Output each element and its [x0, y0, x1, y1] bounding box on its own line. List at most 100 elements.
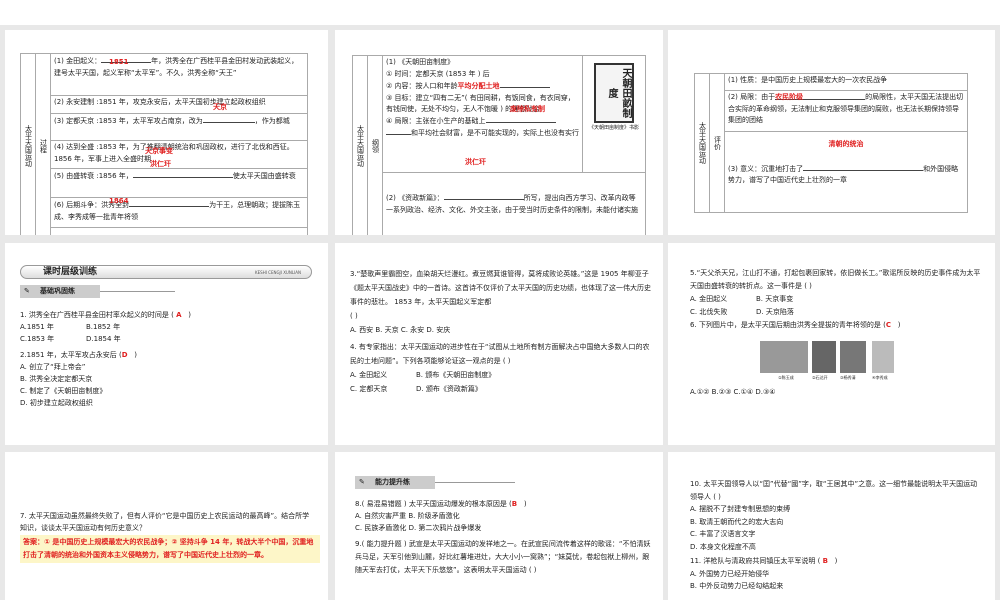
option-b[interactable]: B. 洪秀全决定定都天京: [20, 373, 316, 385]
question-1: 1. 洪秀全在广西桂平县金田村率众起义的时间是 ( A ) A.1851 年 B.…: [20, 311, 191, 345]
portrait-li-xiucheng: [872, 341, 894, 373]
cell-new-chapter: (2) 《资政新篇》： 所写，提出向西方学习、改革内政等一系列政治、经济、文化、外…: [382, 172, 646, 235]
slide-5[interactable]: 3.“楚歌声里霸图空，血染胡天烂漫红。煮豆燃萁谁管得，莫将成败论英雄。”这是 1…: [335, 243, 663, 445]
option-d[interactable]: D.1854 年: [86, 335, 121, 343]
option-c[interactable]: C.1853 年: [20, 333, 86, 345]
slide-7[interactable]: 7. 太平天国运动虽然最终失败了，但有人评价“它是中国历史上农民运动的最高峰”。…: [5, 452, 328, 600]
question-4: 4. 有专家指出：太平天国运动的进步性在于“试图从土地所有制方面解决占中国绝大多…: [350, 340, 651, 396]
section-basic: ✎ 基础巩固练: [20, 285, 100, 298]
answer-q8: B: [511, 500, 518, 508]
options-q6[interactable]: A.①② B.②③ C.①④ D.③④: [690, 386, 983, 398]
program-table: 太平天国运动 纲领 (1) 《天朝田亩制度》 ① 时间：定都天京 (1853 年 …: [352, 55, 646, 235]
slide-6[interactable]: 5.“天父杀天兄，江山打不通，打起包裹回家转，依旧做长工。”歌谣所反映的历史事件…: [668, 243, 995, 445]
answer-q1: A: [176, 311, 182, 319]
banner-pinyin: KESHI CENGJI XUNLIAN: [255, 270, 301, 275]
cell-nature: (1) 性质：是中国历史上规模最宏大的一次农民战争: [724, 73, 968, 91]
portrait-chen-yucheng: [760, 341, 808, 373]
answer-q6: C: [885, 321, 891, 329]
answer-tianjing: 天京: [213, 103, 227, 111]
section-advanced: ✎ 能力提升练: [355, 476, 435, 489]
option-c[interactable]: C. 丰富了汉语言文字: [690, 528, 983, 541]
option-b[interactable]: B.1852 年: [86, 323, 120, 331]
evaluation-table: 太平天国运动 评价 (1) 性质：是中国历史上规模最宏大的一次农民战争 (2) 局…: [694, 73, 968, 213]
slide-9[interactable]: 10. 太平天国领导人以“囯”代替“國”字，取“王居其中”之意。这一细节最能说明…: [668, 452, 995, 600]
section-line: [100, 291, 175, 292]
cell-jintian: (1) 金田起义： 年，洪秀全在广西桂平县金田村发动武装起义，建号太平天国，起义军…: [50, 53, 308, 96]
cell-land-system: (1) 《天朝田亩制度》 ① 时间：定都天京 (1853 年 ) 后 ② 内容：…: [382, 55, 583, 173]
option-a[interactable]: A. 创立了“拜上帝会”: [20, 361, 316, 373]
question-2: 2.1851 年，太平军攻占永安后 (D ) A. 创立了“拜上帝会” B. 洪…: [20, 349, 316, 409]
row-subheader: 评价: [709, 73, 725, 213]
answer-tianjing-incident: 天京事变: [145, 147, 173, 155]
options-q8-ab[interactable]: A. 自然灾害严重 B. 阶级矛盾激化: [355, 510, 651, 522]
option-d[interactable]: D. 本身文化程度不高: [690, 541, 983, 554]
land-system-time: ① 时间：定都天京 (1853 年 ) 后: [386, 69, 490, 78]
cell-peak: (4) 达到全盛 :1853 年，为了推翻清朝统治和巩固政权，进行了北伐和西征。…: [50, 140, 308, 169]
banner-title: 课时层级训练: [43, 267, 98, 277]
slide-4[interactable]: 课时层级训练 KESHI CENGJI XUNLIAN ✎ 基础巩固练 1. 洪秀…: [5, 243, 328, 445]
option-a[interactable]: A. 金田起义: [350, 368, 416, 382]
option-a[interactable]: A. 金田起义: [690, 293, 756, 306]
land-system-content: ② 内容：按人口和年龄平均分配土地: [386, 80, 579, 93]
option-a[interactable]: A.1851 年: [20, 321, 86, 333]
cell-yongan: (2) 永安建制 :1851 年，攻克永安后，太平天国初步建立起政权组织: [50, 95, 308, 114]
portrait-captions: ①陈玉成 ②石达开 ③杨秀清 ④李秀成: [778, 375, 888, 380]
option-a[interactable]: A. 外国势力已经开始侵华: [690, 568, 983, 581]
row-header: 太平天国运动: [352, 55, 368, 235]
cell-empty: [50, 227, 308, 235]
top-band: [0, 0, 1000, 25]
portrait-yang-xiuqing: [840, 341, 866, 373]
answer-1864: 1864: [109, 197, 129, 205]
options-q8-cd[interactable]: C. 民族矛盾激化 D. 第二次鸦片战争爆发: [355, 522, 651, 534]
cell-limit: (2) 局限：由于农民阶级 的局限性，太平天国无法提出切合实际的革命纲领，无法制止…: [724, 90, 968, 132]
slide-8[interactable]: ✎ 能力提升练 8.( 易混易错题 ) 太平天国运动爆发的根本原因是 (B ) A…: [335, 452, 663, 600]
land-system-title: (1) 《天朝田亩制度》: [386, 58, 455, 66]
cell-decline: (5) 由盛转衰 :1856 年， 使太平天国由盛转衰: [50, 168, 308, 198]
option-c[interactable]: C. 制定了《天朝田亩制度》: [20, 385, 316, 397]
slide-2[interactable]: 太平天国运动 纲领 (1) 《天朝田亩制度》 ① 时间：定都天京 (1853 年 …: [335, 30, 663, 235]
book-caption: 《天朝田亩制度》书影: [588, 125, 639, 131]
row-header: 太平天国运动: [694, 73, 710, 213]
option-a[interactable]: A. 摆脱不了封建专制思想的束缚: [690, 503, 983, 516]
row-header: 太平天国运动: [20, 53, 36, 235]
option-b[interactable]: B. 天京事变: [756, 295, 793, 303]
option-d[interactable]: D. 初步建立起政权组织: [20, 397, 316, 409]
cell-significance: 清朝的统治 (3) 意义：沉重地打击了 和外国侵略势力，谱写了中国近代史上壮烈的一…: [724, 131, 968, 213]
portrait-shi-dakai: [812, 341, 836, 373]
process-table: 太平天国运动 过程 (1) 金田起义： 年，洪秀全在广西桂平县金田村发动武装起义，建…: [20, 53, 308, 235]
pencil-icon: ✎: [359, 478, 365, 486]
land-system-limit: ④ 局限：主张在小生产的基础上 和平均社会财富，是不可能实现的，实际上也没有实行: [386, 116, 579, 137]
question-7: 7. 太平天国运动虽然最终失败了，但有人评价“它是中国历史上农民运动的最高峰”。…: [20, 512, 310, 532]
question-9: 9.( 能力提升题 ) 武宣是太平天国运动的发祥地之一。在武宣民间流传着这样的歌…: [355, 540, 651, 574]
option-b[interactable]: B. 取清王朝而代之的宏大志向: [690, 516, 983, 529]
pencil-icon: ✎: [24, 287, 30, 295]
option-b[interactable]: B. 颁布《天朝田亩制度》: [416, 371, 495, 379]
row-subheader: 过程: [35, 53, 51, 235]
lesson-banner: 课时层级训练 KESHI CENGJI XUNLIAN: [20, 265, 312, 279]
row-subheader: 纲领: [367, 55, 383, 235]
answer-hongrengan: 洪仁玕: [150, 160, 171, 168]
option-d[interactable]: D. 天京陷落: [756, 308, 794, 316]
question-10: 10. 太平天国领导人以“囯”代替“國”字，取“王居其中”之意。这一细节最能说明…: [690, 478, 983, 593]
answer-hongrengan: 洪仁玕: [465, 158, 486, 166]
options-q3[interactable]: A. 西安 B. 天京 C. 永安 D. 安庆: [350, 323, 651, 337]
answer-q11: B: [822, 557, 828, 565]
question-5: 5.“天父杀天兄，江山打不通，打起包裹回家转，依旧做长工。”歌谣所反映的历史事件…: [690, 269, 981, 329]
book-cover-image: 天朝田畝制度: [594, 63, 634, 123]
option-c[interactable]: C. 定都天京: [350, 382, 416, 396]
slide-3[interactable]: 太平天国运动 评价 (1) 性质：是中国历史上规模最宏大的一次农民战争 (2) 局…: [668, 30, 995, 235]
cell-late: (6) 后期斗争：洪秀全封 为干王，总理朝政；提拔陈玉成、李秀成等一批青年将领: [50, 197, 308, 228]
question-8: 8.( 易混易错题 ) 太平天国运动爆发的根本原因是 (B ) A. 自然灾害严…: [355, 498, 651, 534]
option-c[interactable]: C. 北伐失败: [690, 306, 756, 319]
answer-qing-rule: 清朝的统治: [828, 140, 864, 148]
option-d[interactable]: D. 颁布《资政新篇》: [416, 385, 482, 393]
slide-1[interactable]: 太平天国运动 过程 (1) 金田起义： 年，洪秀全在广西桂平县金田村发动武装起义，建…: [5, 30, 328, 235]
answer-1851: 1851: [109, 58, 129, 66]
cell-tianjing: (3) 定都天京 :1853 年，太平军攻占南京，改为 ，作为都城: [50, 113, 308, 141]
section-line: [435, 482, 515, 483]
question-3: 3.“楚歌声里霸图空，血染胡天烂漫红。煮豆燃萁谁管得，莫将成败论英雄。”这是 1…: [350, 267, 651, 337]
answer-box: 答案：① 是中国历史上规模最宏大的农民战争；② 坚持斗争 14 年，转战大半个中…: [20, 535, 320, 563]
cell-book-image: 天朝田畝制度 《天朝田亩制度》书影: [582, 55, 646, 173]
answer-q2: D: [121, 351, 128, 359]
option-b[interactable]: B. 中外反动势力已经勾结起来: [690, 580, 983, 593]
